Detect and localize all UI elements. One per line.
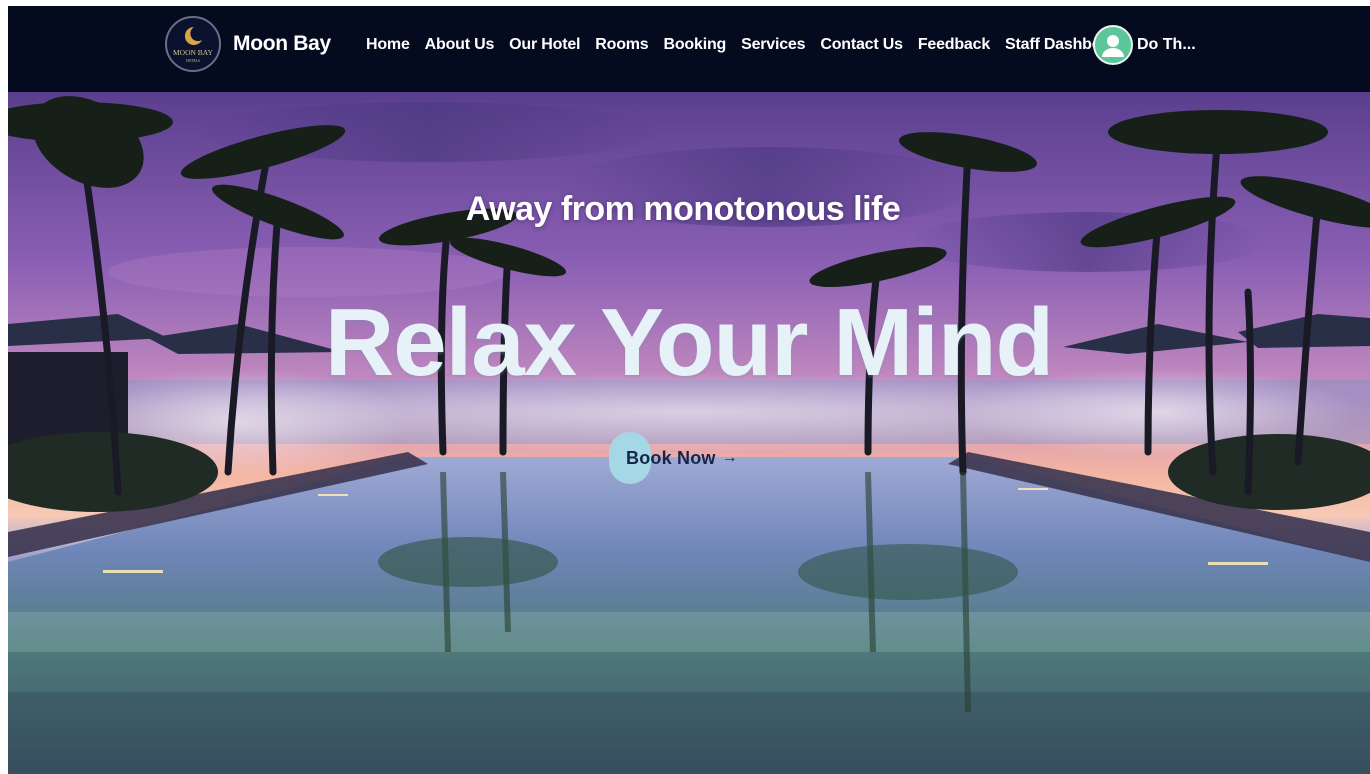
nav-feedback-link[interactable]: Feedback bbox=[918, 36, 990, 54]
browser-viewport: MOON BAY HOTELS Moon Bay Home About Us O… bbox=[8, 6, 1370, 774]
crescent-moon-icon: MOON BAY HOTELS bbox=[168, 19, 218, 69]
nav-about-us-link[interactable]: About Us bbox=[425, 36, 495, 54]
nav-home-link[interactable]: Home bbox=[366, 36, 410, 54]
person-icon bbox=[1102, 35, 1124, 57]
arrow-right-icon: → bbox=[721, 449, 738, 466]
hero-subtitle: Away from monotonous life bbox=[465, 190, 901, 228]
book-now-button[interactable]: Book Now → bbox=[609, 432, 738, 484]
user-avatar-icon[interactable] bbox=[1093, 25, 1133, 65]
book-now-label[interactable]: Book Now bbox=[626, 448, 716, 469]
hero-title: Relax Your Mind bbox=[324, 289, 1054, 396]
brand-name[interactable]: Moon Bay bbox=[233, 32, 331, 56]
nav-our-hotel-link[interactable]: Our Hotel bbox=[509, 36, 580, 54]
user-menu[interactable]: Do Th... bbox=[1093, 23, 1196, 67]
hero-section: Away from monotonous life Relax Your Min… bbox=[8, 92, 1370, 774]
nav-menu: Home About Us Our Hotel Rooms Booking Se… bbox=[366, 32, 1126, 58]
moon-bay-logo[interactable]: MOON BAY HOTELS bbox=[165, 16, 221, 72]
nav-rooms-link[interactable]: Rooms bbox=[595, 36, 648, 54]
logo-subtext: HOTELS bbox=[186, 59, 200, 63]
brand[interactable]: MOON BAY HOTELS Moon Bay bbox=[165, 10, 331, 78]
nav-services-link[interactable]: Services bbox=[741, 36, 805, 54]
nav-booking-link[interactable]: Booking bbox=[664, 36, 727, 54]
logo-text: MOON BAY bbox=[173, 48, 214, 57]
nav-contact-us-link[interactable]: Contact Us bbox=[820, 36, 903, 54]
user-name[interactable]: Do Th... bbox=[1137, 36, 1196, 54]
top-navbar: MOON BAY HOTELS Moon Bay Home About Us O… bbox=[8, 6, 1370, 92]
